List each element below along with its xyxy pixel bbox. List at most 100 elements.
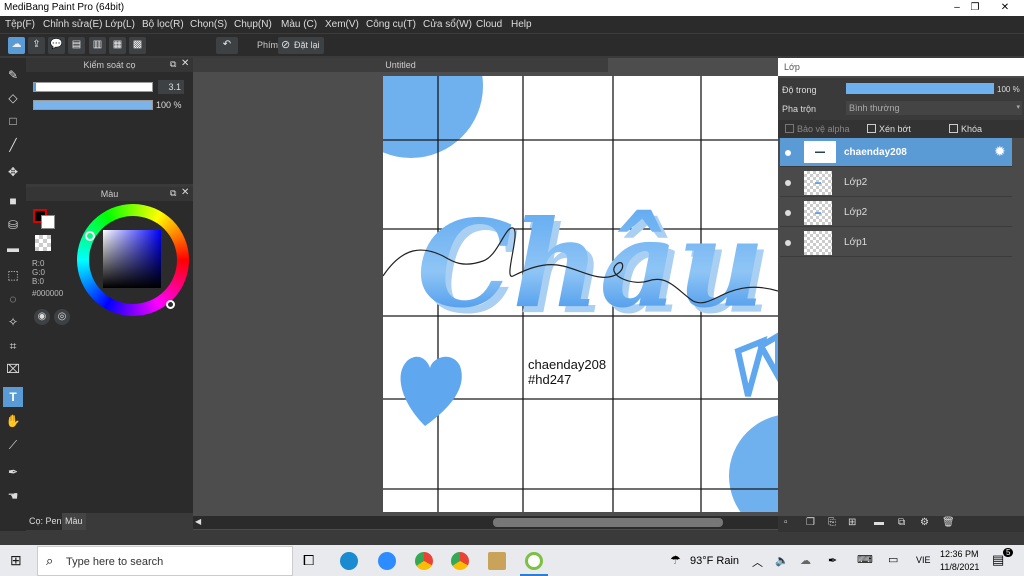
edge-icon[interactable]: [340, 552, 358, 570]
protect-alpha-checkbox[interactable]: [785, 124, 794, 133]
chrome-icon[interactable]: [451, 552, 469, 570]
layer-row[interactable]: ▬ Lớp2: [780, 168, 1012, 197]
popout-icon[interactable]: ⧉: [170, 59, 176, 70]
operation-icon[interactable]: ✋: [3, 411, 23, 431]
menu-cloud[interactable]: Cloud: [476, 19, 502, 30]
pen-icon[interactable]: ✒: [828, 554, 837, 567]
eye-icon[interactable]: [785, 210, 791, 216]
reset-button[interactable]: ⊘ Đặt lại: [278, 37, 324, 54]
comment-icon[interactable]: 💬: [48, 37, 65, 54]
artboard[interactable]: Châu Châu chaenday208 #hd247: [383, 76, 778, 512]
merge-icon[interactable]: ⧉: [898, 517, 905, 528]
menu-window[interactable]: Cửa sổ(W): [423, 19, 472, 30]
clipping-checkbox[interactable]: [867, 124, 876, 133]
weather-text[interactable]: 93°F Rain: [690, 555, 739, 567]
grid-icon[interactable]: ▩: [129, 37, 146, 54]
scroll-thumb[interactable]: [493, 518, 723, 527]
lasso-icon[interactable]: ◌: [3, 289, 23, 309]
layer-row[interactable]: Lớp1: [780, 228, 1012, 257]
speaker-icon[interactable]: 🔈: [775, 554, 789, 567]
duplicate-icon[interactable]: ⎘: [828, 517, 836, 528]
lock-checkbox[interactable]: [949, 124, 958, 133]
menu-file[interactable]: Tệp(F): [5, 19, 35, 30]
settings-icon[interactable]: ⚙: [920, 517, 929, 528]
close-panel-icon[interactable]: ✕: [181, 187, 189, 198]
size-slider[interactable]: [33, 82, 153, 92]
transparent-swatch[interactable]: [35, 235, 51, 251]
copy-layer-icon[interactable]: ❐: [806, 517, 815, 528]
display-icon[interactable]: ▭: [888, 553, 898, 566]
rect-select-icon[interactable]: □: [3, 111, 23, 131]
add-layer-icon[interactable]: ⊞: [848, 517, 856, 528]
text-tool-icon[interactable]: T: [3, 387, 23, 407]
menu-layer[interactable]: Lớp(L): [105, 19, 135, 30]
secondary-color-swatch[interactable]: [41, 215, 55, 229]
photo-app-icon[interactable]: [488, 552, 506, 570]
cloud-icon[interactable]: ☁: [8, 37, 25, 54]
eraser-icon[interactable]: ◇: [3, 88, 23, 108]
horizontal-scrollbar[interactable]: ◀: [193, 516, 778, 529]
select-icon[interactable]: ⬚: [3, 265, 23, 285]
eye-icon[interactable]: [785, 150, 791, 156]
clock-time[interactable]: 12:36 PM: [940, 549, 979, 559]
color-handle[interactable]: [166, 300, 175, 309]
gear-icon[interactable]: ✹: [994, 143, 1006, 160]
hue-wheel[interactable]: [77, 204, 189, 316]
layer-row[interactable]: ▬▬ chaenday208 ✹: [780, 138, 1012, 167]
select-pen-icon[interactable]: ⌗: [3, 336, 23, 356]
fill-rect-icon[interactable]: ■: [3, 191, 23, 211]
chat-icon[interactable]: ▤: [68, 37, 85, 54]
size-value[interactable]: 3.1: [158, 80, 184, 94]
layer-row[interactable]: ▬ Lớp2: [780, 198, 1012, 227]
language-indicator[interactable]: VIE: [916, 555, 931, 565]
document-tab[interactable]: Untitled: [193, 58, 608, 72]
opacity-slider[interactable]: [33, 100, 153, 110]
menu-tools[interactable]: Công cụ(T): [366, 19, 416, 30]
menu-edit[interactable]: Chỉnh sửa(E): [43, 19, 103, 30]
cloud-icon[interactable]: ☁: [800, 554, 811, 567]
brush-icon[interactable]: ✎: [3, 65, 23, 85]
palette-icon[interactable]: ◉: [34, 309, 50, 325]
popout-icon[interactable]: ⧉: [170, 188, 176, 199]
menu-capture[interactable]: Chụp(N): [234, 19, 272, 30]
palette-add-icon[interactable]: ◎: [54, 309, 70, 325]
eye-icon[interactable]: [785, 240, 791, 246]
gradient-icon[interactable]: ▬: [3, 238, 23, 258]
saturation-square[interactable]: [103, 230, 161, 288]
folder-icon[interactable]: ▬: [874, 517, 884, 528]
scroll-left-icon[interactable]: ◀: [195, 517, 201, 526]
share-icon[interactable]: ⇪: [28, 37, 45, 54]
medibang-icon[interactable]: [525, 552, 543, 570]
hand-icon[interactable]: ☚: [3, 486, 23, 506]
menu-view[interactable]: Xem(V): [325, 19, 359, 30]
dropper-icon[interactable]: ⟋: [3, 435, 23, 455]
search-box[interactable]: ⌕ Type here to search: [37, 546, 293, 576]
windows-start-icon[interactable]: ⊞: [10, 552, 22, 569]
bucket-icon[interactable]: ⛁: [3, 215, 23, 235]
clock-date[interactable]: 11/8/2021: [940, 562, 979, 572]
menu-color[interactable]: Màu (C): [281, 19, 317, 30]
select-eraser-icon[interactable]: ⌧: [3, 359, 23, 379]
chrome-icon[interactable]: [415, 552, 433, 570]
keyboard-icon[interactable]: ⌨: [857, 553, 873, 566]
task-view-icon[interactable]: ⧠: [303, 552, 314, 569]
tab-pen[interactable]: Cọ: Pen: [26, 513, 62, 530]
layer-opacity-slider[interactable]: [846, 83, 994, 94]
list-icon[interactable]: ▦: [109, 37, 126, 54]
eyedropper-icon[interactable]: ✒: [3, 462, 23, 482]
close-button[interactable]: ✕: [990, 0, 1020, 16]
trash-icon[interactable]: 🗑: [942, 517, 955, 528]
maximize-button[interactable]: ❐: [960, 0, 990, 16]
new-layer-icon[interactable]: ▫: [784, 517, 788, 528]
move-icon[interactable]: ✥: [3, 162, 23, 182]
menu-help[interactable]: Help: [511, 19, 532, 30]
eye-icon[interactable]: [785, 180, 791, 186]
document-icon[interactable]: ▥: [89, 37, 106, 54]
pen-icon[interactable]: ╱: [3, 135, 23, 155]
blend-select[interactable]: Bình thường ▾: [846, 101, 1022, 115]
chevron-up-icon[interactable]: ︿: [752, 554, 763, 570]
close-panel-icon[interactable]: ✕: [181, 58, 189, 69]
zoom-icon[interactable]: [378, 552, 396, 570]
magic-wand-icon[interactable]: ✧: [3, 312, 23, 332]
menu-filter[interactable]: Bộ lọc(R): [142, 19, 184, 30]
